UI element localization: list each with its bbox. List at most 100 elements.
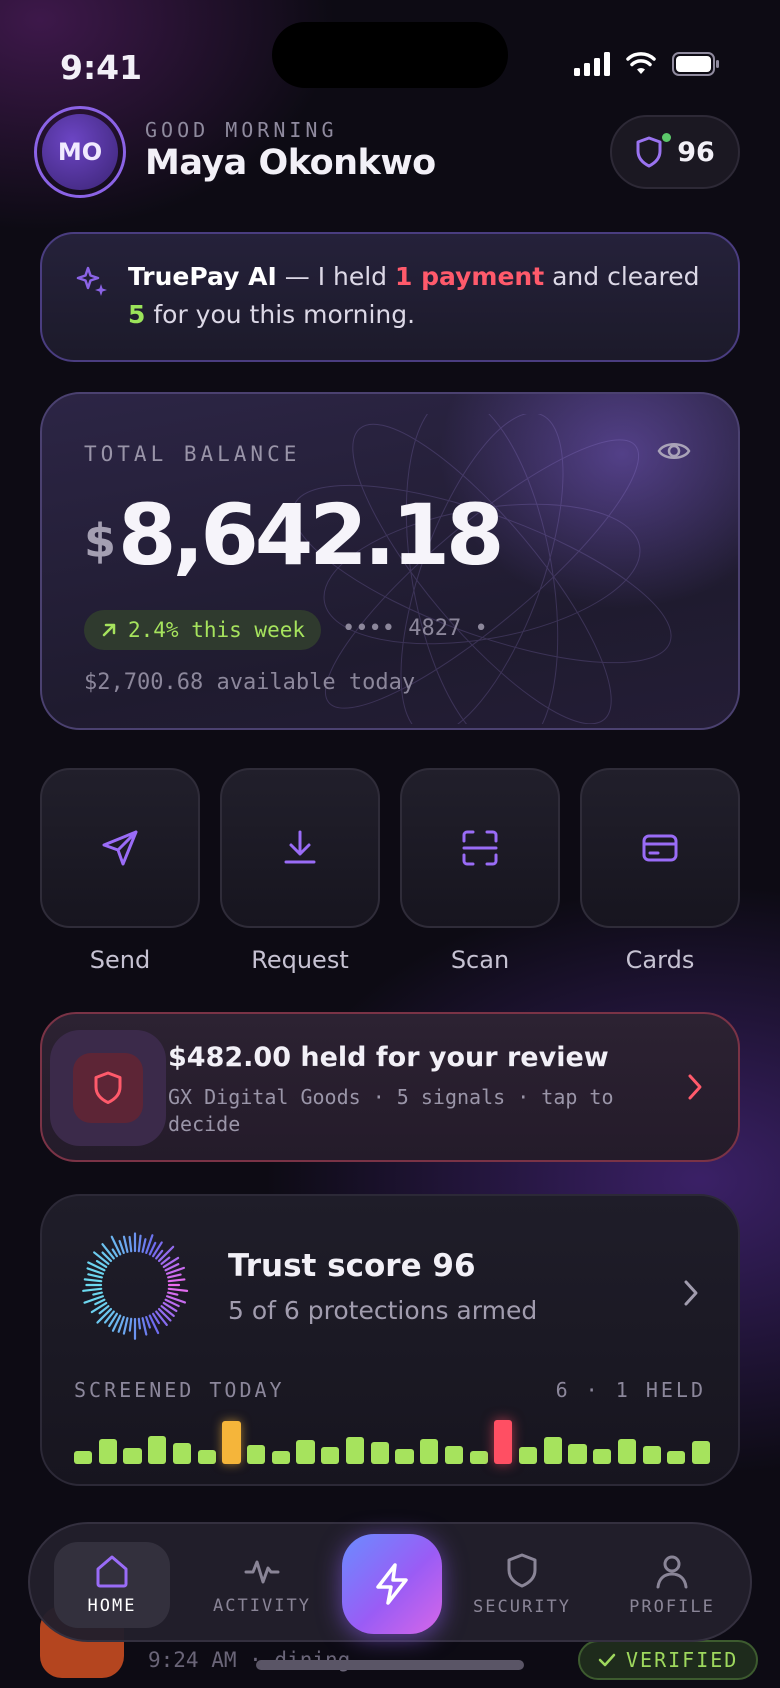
- tab-profile[interactable]: PROFILE: [614, 1542, 730, 1628]
- screened-bar-ok: [247, 1445, 266, 1464]
- held-subtitle: GX Digital Goods · 5 signals · tap to de…: [168, 1085, 614, 1136]
- ai-summary-banner[interactable]: TruePay AI — I held 1 payment and cleare…: [40, 232, 740, 362]
- screened-bar-ok: [691, 1441, 711, 1464]
- shield-icon: [507, 1553, 537, 1588]
- signal-icon: [574, 52, 610, 76]
- tab-security[interactable]: SECURITY: [464, 1542, 580, 1628]
- balance-card[interactable]: TOTAL BALANCE $ 8,642.18 2.4% this week …: [40, 392, 740, 730]
- verified-badge: VERIFIED: [578, 1640, 759, 1680]
- weekly-change-text: 2.4% this week: [128, 618, 306, 642]
- balance-label: TOTAL BALANCE: [84, 442, 301, 466]
- send-icon: [102, 830, 138, 866]
- bolt-icon: [376, 1563, 408, 1605]
- request-button[interactable]: [220, 768, 380, 928]
- tab-home[interactable]: HOME: [54, 1542, 170, 1628]
- weekly-change-badge: 2.4% this week: [84, 610, 322, 650]
- download-icon: [284, 830, 316, 864]
- screened-bar-ok: [469, 1451, 488, 1464]
- tab-activity-label: ACTIVITY: [213, 1596, 311, 1616]
- avatar[interactable]: MO: [34, 106, 126, 198]
- screened-bar-ok: [370, 1442, 389, 1464]
- held-payment-card[interactable]: $482.00 held for your review GX Digital …: [40, 1012, 740, 1162]
- request-label: Request: [251, 946, 349, 974]
- screened-bar-ok: [617, 1439, 637, 1464]
- home-icon: [96, 1555, 128, 1588]
- trust-score-badge[interactable]: 96: [610, 115, 740, 189]
- screened-bar-ok: [296, 1440, 315, 1464]
- balance-amount: 8,642.18: [118, 486, 505, 584]
- verified-text: VERIFIED: [626, 1648, 739, 1672]
- screened-bar-ok: [345, 1437, 365, 1464]
- held-icon-box: [50, 1030, 166, 1146]
- greeting: GOOD MORNING: [145, 118, 338, 142]
- screened-label: SCREENED TODAY: [74, 1378, 285, 1402]
- scan-button[interactable]: [400, 768, 560, 928]
- tab-bar: HOME ACTIVITY SECURITY PROFILE: [28, 1522, 752, 1642]
- trust-ring-icon: [82, 1232, 189, 1340]
- ai-text-part: — I held: [276, 262, 395, 291]
- screened-bar-warn: [222, 1421, 241, 1464]
- status-icons: [574, 52, 720, 76]
- screened-bar-ok: [271, 1451, 290, 1464]
- trust-subtitle: 5 of 6 protections armed: [228, 1296, 538, 1325]
- ai-text-part: and cleared: [544, 262, 700, 291]
- send-label: Send: [89, 946, 151, 974]
- eye-icon[interactable]: [657, 438, 691, 464]
- screened-bar-ok: [543, 1437, 562, 1464]
- trust-title: Trust score 96: [228, 1248, 476, 1284]
- cards-label: Cards: [625, 946, 695, 974]
- screened-bar-ok: [593, 1449, 612, 1464]
- check-icon: [598, 1653, 616, 1667]
- screened-bar-ok: [420, 1439, 439, 1464]
- trust-badge-value: 96: [677, 136, 715, 168]
- status-dot: [662, 133, 671, 142]
- screened-bar-ok: [172, 1443, 192, 1464]
- screened-summary: 6 · 1 HELD: [555, 1378, 706, 1402]
- shield-alert-icon: [94, 1071, 122, 1104]
- profile-icon: [656, 1555, 688, 1589]
- shield-icon: [636, 136, 662, 168]
- held-title: $482.00 held for your review: [168, 1042, 609, 1073]
- screened-bar-ok: [123, 1448, 142, 1464]
- screened-bar-ok: [148, 1436, 167, 1464]
- arrow-up-right-icon: [102, 623, 116, 637]
- screened-bar-ok: [395, 1449, 414, 1464]
- trust-score-card[interactable]: Trust score 96 5 of 6 protections armed …: [40, 1194, 740, 1486]
- status-time: 9:41: [60, 48, 143, 87]
- card-number-mask: •••• 4827 •: [342, 616, 488, 641]
- screened-bar-ok: [667, 1451, 686, 1464]
- screened-bar-ok: [74, 1451, 93, 1464]
- cards-button[interactable]: [580, 768, 740, 928]
- screened-bar-ok: [518, 1447, 538, 1464]
- screened-bar-ok: [98, 1439, 117, 1464]
- screened-bar-ok: [321, 1447, 340, 1464]
- cleared-count: 5: [128, 300, 146, 329]
- ai-summary-text: TruePay AI — I held 1 payment and cleare…: [128, 258, 718, 334]
- chevron-right-icon: [688, 1074, 702, 1100]
- chevron-right-icon: [684, 1280, 698, 1306]
- tab-security-label: SECURITY: [473, 1597, 571, 1617]
- screened-bar-bad: [494, 1420, 513, 1464]
- home-indicator: [256, 1660, 524, 1670]
- activity-icon: [244, 1560, 280, 1584]
- dynamic-island: [272, 22, 508, 88]
- held-count: 1 payment: [395, 262, 545, 291]
- screened-bar-ok: [568, 1444, 587, 1464]
- send-button[interactable]: [40, 768, 200, 928]
- ai-text-part: for you this morning.: [145, 300, 416, 329]
- screened-bar-ok: [642, 1446, 661, 1464]
- sparkle-icon: [76, 266, 107, 296]
- tab-profile-label: PROFILE: [629, 1597, 715, 1617]
- tab-activity[interactable]: ACTIVITY: [204, 1542, 320, 1628]
- tab-home-label: HOME: [87, 1596, 137, 1616]
- screened-bar-ok: [444, 1446, 463, 1464]
- screened-bar-ok: [197, 1450, 216, 1464]
- screened-bars: [74, 1414, 711, 1464]
- quick-action-button[interactable]: [342, 1534, 442, 1634]
- user-name: Maya Okonkwo: [145, 143, 436, 183]
- battery-icon: [672, 52, 719, 76]
- card-icon: [642, 834, 678, 862]
- scan-icon: [462, 830, 498, 866]
- currency-symbol: $: [84, 514, 117, 568]
- ai-brand: TruePay AI: [128, 262, 277, 291]
